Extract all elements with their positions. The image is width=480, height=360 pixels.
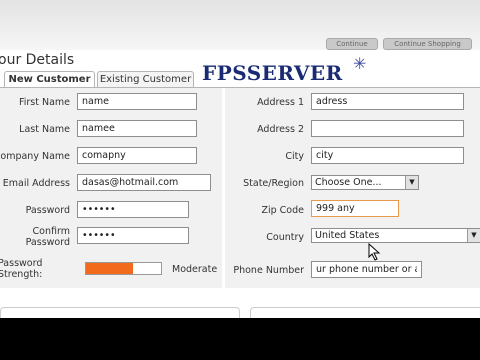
- first-name-label: First Name: [18, 97, 70, 108]
- address1-label: Address 1: [257, 97, 304, 108]
- last-name-label: Last Name: [19, 124, 70, 135]
- chevron-down-icon[interactable]: ▼: [405, 176, 418, 189]
- tab-new-customer[interactable]: New Customer: [4, 71, 95, 88]
- country-select-value: United States: [315, 230, 380, 241]
- bottom-right-panel: [250, 307, 480, 318]
- country-select[interactable]: United States ▼: [311, 228, 480, 243]
- password-strength-fill: [86, 263, 133, 274]
- confirm-password-input[interactable]: [77, 227, 189, 244]
- password-input[interactable]: [77, 201, 189, 218]
- email-input[interactable]: [77, 174, 211, 191]
- phone-input[interactable]: [311, 261, 422, 278]
- password-strength-value: Moderate: [172, 264, 218, 275]
- password-label: Password: [25, 205, 70, 216]
- last-name-input[interactable]: [77, 120, 197, 137]
- brand-watermark: FPSSERVER: [202, 61, 343, 85]
- state-select[interactable]: Choose One... ▼: [311, 175, 419, 190]
- password-strength-meter: [85, 262, 162, 275]
- password-strength-label: Password Strength:: [0, 258, 43, 280]
- company-name-label: Company Name: [0, 151, 70, 162]
- screen: Continue Shopping Continue Shopping our …: [0, 0, 480, 318]
- tab-existing-customer[interactable]: Existing Customer: [97, 71, 194, 88]
- sparkle-icon: ✳: [353, 54, 367, 73]
- mouse-pointer-icon: [368, 243, 381, 261]
- continue-shopping-button-2[interactable]: Continue Shopping: [383, 38, 472, 50]
- email-label: Email Address: [2, 178, 70, 189]
- bottom-left-panel: [0, 307, 240, 318]
- company-name-input[interactable]: [77, 147, 197, 164]
- city-label: City: [285, 151, 304, 162]
- phone-label: Phone Number: [233, 265, 304, 276]
- top-bar: Continue Shopping Continue Shopping: [0, 0, 480, 50]
- state-label: State/Region: [243, 178, 304, 189]
- address2-label: Address 2: [257, 124, 304, 135]
- country-label: Country: [266, 232, 304, 243]
- continue-shopping-button-1[interactable]: Continue Shopping: [326, 38, 378, 50]
- zip-label: Zip Code: [261, 205, 304, 216]
- chevron-down-icon[interactable]: ▼: [467, 229, 480, 242]
- address1-input[interactable]: [311, 93, 464, 110]
- section-title: our Details: [0, 52, 75, 68]
- confirm-password-label: Confirm Password: [25, 226, 70, 248]
- zip-input[interactable]: [311, 200, 399, 217]
- address2-input[interactable]: [311, 120, 464, 137]
- state-select-value: Choose One...: [315, 177, 382, 188]
- city-input[interactable]: [311, 147, 464, 164]
- first-name-input[interactable]: [77, 93, 197, 110]
